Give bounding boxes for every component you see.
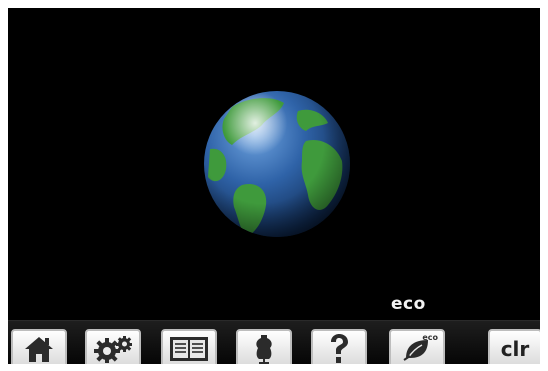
bottom-toolbar: eco clr [8, 320, 540, 364]
setup-button[interactable] [85, 329, 141, 364]
home-icon [25, 337, 53, 362]
eco-mode-label: eco [391, 294, 426, 314]
home-button[interactable] [11, 329, 67, 364]
dress-form-icon [256, 335, 272, 364]
earth-globe-icon [204, 91, 350, 237]
display-screen: eco eco clr [8, 8, 540, 364]
eco-button-label: eco [422, 333, 438, 342]
book-icon [170, 337, 208, 361]
gears-icon [94, 336, 132, 363]
eco-button[interactable]: eco [389, 329, 445, 364]
clear-button-label: clr [500, 337, 530, 361]
clear-button[interactable]: clr [488, 329, 540, 364]
help-button[interactable] [311, 329, 367, 364]
question-mark-icon [331, 334, 348, 363]
tutorial-button[interactable] [161, 329, 217, 364]
creative-consultant-button[interactable] [236, 329, 292, 364]
